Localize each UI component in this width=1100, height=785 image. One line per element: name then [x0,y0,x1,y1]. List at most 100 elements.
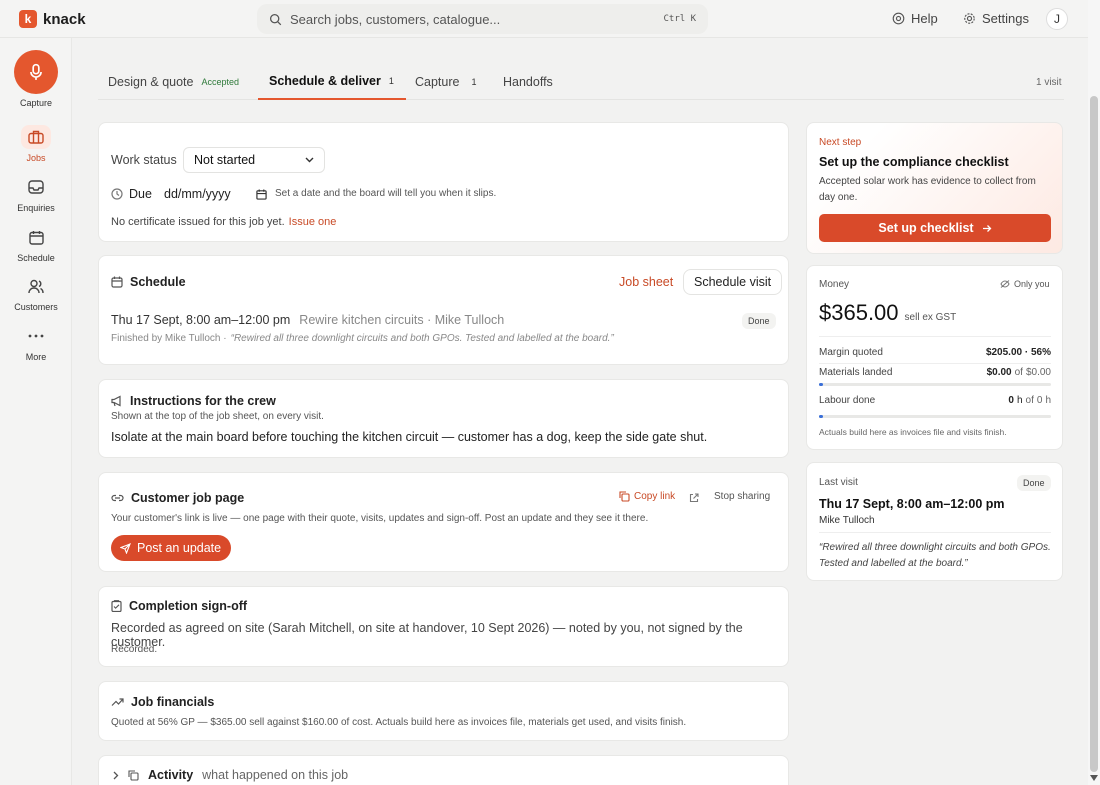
due-hint: Set a date and the board will tell you w… [275,188,497,199]
page-scrollbar[interactable] [1088,0,1100,785]
capture-button[interactable] [14,50,58,94]
crew-instructions-text[interactable]: Isolate at the main board before touchin… [111,430,707,444]
labour-progress-fill [819,415,823,418]
eye-off-icon [1000,280,1010,288]
money-footnote: Actuals build here as invoices file and … [819,427,1007,437]
count-badge: 1 [471,77,477,87]
tab-label: Design & quote [108,75,194,89]
scrollbar-thumb[interactable] [1090,96,1098,772]
sidebar-item-customers[interactable]: Customers [0,274,72,312]
divider [819,532,1051,533]
more-icon [28,334,44,338]
due-date-placeholder: dd/mm/yyyy [164,187,231,201]
work-status-select[interactable]: Not started [183,147,325,173]
activity-header: Activity what happened on this job [113,768,348,782]
materials-of: of [1014,367,1023,378]
materials-label: Materials landed [819,367,893,378]
labour-progress-bar [819,415,1051,418]
next-step-title: Set up the compliance checklist [819,155,1009,169]
job-sheet-link[interactable]: Job sheet [619,275,673,289]
copy-icon [128,769,139,781]
tab-schedule-deliver[interactable]: Schedule & deliver 1 [258,64,406,100]
schedule-visit-button[interactable]: Schedule visit [683,269,783,295]
send-icon [120,542,131,554]
sidebar-item-label: Customers [14,302,58,312]
customer-page-description: Your customer's link is live — one page … [111,513,649,524]
labour-unit-total: h [1045,395,1051,406]
setup-checklist-button[interactable]: Set up checklist [819,214,1051,242]
crew-subtitle: Shown at the top of the job sheet, on ev… [111,411,324,422]
money-amount-sub: sell ex GST [904,312,957,323]
last-visit-who: Mike Tulloch [819,515,875,526]
labour-label: Labour done [819,395,876,406]
margin-value: $205.00 · 56% [985,347,1051,358]
tab-capture[interactable]: Capture 1 [415,64,477,100]
schedule-header: Schedule [111,275,186,289]
work-status-label: Work status [111,153,177,167]
help-icon [892,12,905,25]
activity-title: Activity [148,768,194,782]
capture-label: Capture [19,98,53,108]
money-amount-row: $365.00 sell ex GST [819,300,956,326]
tab-handoffs[interactable]: Handoffs [503,64,553,100]
chevron-down-icon [305,157,314,163]
setup-checklist-label: Set up checklist [878,221,974,235]
labour-value-row: 0 h of 0 h [967,395,1051,406]
scroll-down-arrow-icon[interactable] [1090,775,1098,781]
materials-value: $0.00 [986,367,1012,378]
search-shortcut: Ctrl K [663,14,696,24]
tab-design-quote[interactable]: Design & quote Accepted [108,64,239,100]
status-badge: Accepted [201,77,240,87]
search-input[interactable]: Search jobs, customers, catalogue... Ctr… [257,4,708,34]
due-date-input[interactable]: dd/mm/yyyy [164,183,267,205]
avatar[interactable]: J [1046,8,1068,30]
microphone-icon [30,63,42,80]
post-update-label: Post an update [137,541,222,555]
help-button[interactable]: Help [892,11,938,26]
finished-by: Finished by Mike Tulloch · [111,333,227,344]
customer-job-page-card: Customer job page Copy link Stop sharing… [98,472,789,572]
sidebar-item-enquiries[interactable]: Enquiries [0,175,72,213]
privacy-label: Only you [1014,279,1050,289]
sidebar-item-label: More [25,352,47,362]
clock-icon [111,188,123,200]
gear-icon [964,13,975,24]
copy-link-label: Copy link [634,491,676,502]
divider [819,336,1051,337]
crew-title: Instructions for the crew [130,394,276,408]
signoff-header: Completion sign-off [111,599,247,613]
inbox-icon [28,180,44,194]
open-external-button[interactable] [689,492,699,506]
stop-sharing-button[interactable]: Stop sharing [714,491,770,502]
post-update-button[interactable]: Post an update [111,535,232,561]
search-placeholder: Search jobs, customers, catalogue... [290,11,501,27]
last-visit-when[interactable]: Thu 17 Sept, 8:00 am–12:00 pm [819,497,1005,511]
sidebar-item-jobs[interactable]: Jobs [0,125,72,163]
last-visit-card: Last visit Done Thu 17 Sept, 8:00 am–12:… [806,462,1063,581]
copy-link-button[interactable]: Copy link [619,491,675,502]
visit-count: 1 visit [1036,77,1062,88]
job-financials-card: Job financials Quoted at 56% GP — $365.0… [98,681,789,741]
divider [819,363,1051,364]
work-status-card: Work status Not started Due dd/mm/yyyy S… [98,122,789,242]
count-badge: 1 [388,76,394,86]
issue-certificate-link[interactable]: Issue one [289,216,337,228]
brand-mark: k [19,10,37,28]
brand-name: knack [43,10,86,28]
visit-row[interactable]: Thu 17 Sept, 8:00 am–12:00 pm Rewire kit… [111,313,504,327]
visit-finished-row: Finished by Mike Tulloch · “Rewired all … [111,333,614,344]
link-icon [111,494,124,502]
money-amount: $365.00 [819,300,899,325]
materials-total: $0.00 [1025,367,1051,378]
brand-logo[interactable]: k knack [19,10,86,28]
sidebar-item-schedule[interactable]: Schedule [0,225,72,263]
sidebar-item-more[interactable]: More [0,324,72,362]
materials-progress-fill [819,383,823,386]
activity-card[interactable]: Activity what happened on this job [98,755,789,785]
visit-status-badge: Done [742,313,776,329]
settings-button[interactable]: Settings [963,11,1029,26]
settings-label: Settings [982,11,1029,26]
visit-when: Thu 17 Sept, 8:00 am–12:00 pm [111,313,291,327]
labour-value: 0 [1008,395,1014,406]
external-link-icon [689,493,699,503]
